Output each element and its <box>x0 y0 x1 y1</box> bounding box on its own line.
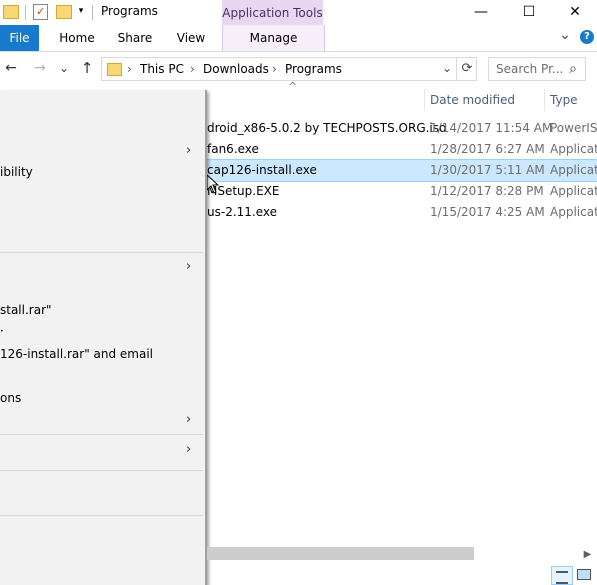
context-menu-item-submenu[interactable]: › <box>0 409 203 431</box>
context-menu: › ibility › stall.rar" • 126-install.rar… <box>0 90 207 585</box>
navigation-bar: ← → ⌄ ↑ › This PC › Downloads › Programs… <box>0 52 597 84</box>
context-menu-item-compress-and-email[interactable]: 126-install.rar" and email <box>0 343 203 365</box>
up-button[interactable]: ↑ <box>77 52 97 84</box>
maximize-button[interactable]: ☐ <box>506 0 552 25</box>
quick-access-dropdown-icon[interactable]: ▾ <box>76 3 86 19</box>
file-row[interactable]: MSetup.EXE 1/12/2017 8:28 PM Applicatio <box>207 181 597 202</box>
back-button[interactable]: ← <box>1 52 21 84</box>
file-name: cap126-install.exe <box>207 163 317 177</box>
context-menu-item-add-to-archive[interactable]: stall.rar" <box>0 299 203 321</box>
file-date: 1/30/2017 5:11 AM <box>430 163 545 177</box>
file-type: Applicatio <box>550 184 597 198</box>
application-tools-header: Application Tools <box>222 0 323 25</box>
file-date: 1/15/2017 4:25 AM <box>430 205 545 219</box>
title-bar: ✓ ▾ Programs Application Tools — ☐ ✕ <box>0 0 597 25</box>
submenu-chevron-icon: › <box>186 259 192 274</box>
menu-item-label: ons <box>0 391 22 405</box>
context-menu-item-submenu[interactable]: › <box>0 439 203 461</box>
column-header-date-modified[interactable]: Date modified <box>430 89 540 111</box>
tab-home[interactable]: Home <box>54 25 100 51</box>
column-separator <box>544 89 545 111</box>
ribbon-tabs: File Home Share View Manage ⌄ ? <box>0 25 597 52</box>
tab-view[interactable]: View <box>168 25 214 51</box>
recent-locations-button[interactable]: ⌄ <box>56 52 72 84</box>
breadcrumb-downloads[interactable]: Downloads <box>203 58 269 80</box>
menu-separator <box>0 252 203 253</box>
breadcrumb-programs[interactable]: Programs <box>285 58 342 80</box>
checkmark-icon: ✓ <box>36 5 46 18</box>
breadcrumb-separator[interactable]: › <box>190 58 195 80</box>
tab-manage[interactable]: Manage <box>222 25 325 51</box>
file-row-selected[interactable]: cap126-install.exe 1/30/2017 5:11 AM App… <box>207 159 597 182</box>
title-separator-2 <box>92 5 93 20</box>
large-icons-view-icon <box>577 569 591 580</box>
file-type: PowerISO <box>550 121 597 135</box>
context-menu-item-compress[interactable]: • <box>0 321 203 343</box>
menu-separator <box>0 470 203 471</box>
scroll-right-button[interactable]: ▶ <box>578 547 597 562</box>
file-type: Applicatio <box>550 205 597 219</box>
submenu-chevron-icon: › <box>186 143 192 158</box>
tab-file[interactable]: File <box>0 25 39 51</box>
sort-indicator-icon: ^ <box>288 80 298 93</box>
file-date: 1/28/2017 6:27 AM <box>430 142 545 156</box>
breadcrumb-separator[interactable]: › <box>127 58 132 80</box>
menu-item-label: • <box>0 328 4 335</box>
breadcrumb-separator[interactable]: › <box>272 58 277 80</box>
forward-button[interactable]: → <box>30 52 50 84</box>
menu-separator <box>0 434 203 435</box>
menu-separator <box>0 515 203 516</box>
file-type: Applicatio <box>550 142 597 156</box>
context-menu-item-compatibility[interactable]: ibility <box>0 161 203 183</box>
folder-icon <box>107 63 122 76</box>
address-bar[interactable]: › This PC › Downloads › Programs ⌄ ⟳ <box>101 57 477 81</box>
search-icon[interactable]: ⌕ <box>565 58 581 80</box>
tab-share[interactable]: Share <box>112 25 158 51</box>
context-menu-item-versions[interactable]: ons <box>0 387 203 409</box>
file-name: droid_x86-5.0.2 by TECHPOSTS.ORG.iso <box>207 121 447 135</box>
search-box[interactable]: Search Pr... ⌕ <box>488 57 586 81</box>
horizontal-scrollbar-thumb[interactable] <box>207 547 474 560</box>
menu-item-label: ibility <box>0 165 33 179</box>
file-row[interactable]: fan6.exe 1/28/2017 6:27 AM Applicatio <box>207 139 597 160</box>
submenu-chevron-icon: › <box>186 442 192 457</box>
file-date: 1/12/2017 8:28 PM <box>430 184 544 198</box>
minimize-button[interactable]: — <box>458 0 504 25</box>
file-date: 1/14/2017 11:54 AM <box>430 121 553 135</box>
context-menu-item-submenu[interactable]: › <box>0 140 203 162</box>
details-view-icon <box>556 571 568 584</box>
mouse-cursor-icon <box>206 174 220 194</box>
new-folder-icon[interactable] <box>56 5 72 19</box>
ribbon-expand-icon[interactable]: ⌄ <box>557 27 573 47</box>
details-view-button[interactable] <box>551 566 573 585</box>
menu-item-label: 126-install.rar" and email <box>0 347 154 361</box>
title-separator <box>25 5 26 20</box>
file-type: Applicatio <box>550 163 597 177</box>
address-dropdown-icon[interactable]: ⌄ <box>440 58 454 78</box>
column-header-type[interactable]: Type <box>550 89 597 111</box>
breadcrumb-this-pc[interactable]: This PC <box>140 58 184 80</box>
large-icons-view-button[interactable] <box>574 566 594 583</box>
properties-icon[interactable]: ✓ <box>33 4 48 20</box>
file-name: us-2.11.exe <box>207 205 278 219</box>
folder-icon <box>3 5 19 19</box>
refresh-button[interactable]: ⟳ <box>456 58 477 80</box>
file-row[interactable]: droid_x86-5.0.2 by TECHPOSTS.ORG.iso 1/1… <box>207 118 597 139</box>
search-input[interactable]: Search Pr... <box>496 58 563 80</box>
file-name: fan6.exe <box>207 142 259 156</box>
submenu-chevron-icon: › <box>186 412 192 427</box>
context-menu-item-submenu[interactable]: › <box>0 256 203 278</box>
file-row[interactable]: us-2.11.exe 1/15/2017 4:25 AM Applicatio <box>207 202 597 223</box>
help-icon[interactable]: ? <box>580 30 594 44</box>
window-title: Programs <box>101 4 158 18</box>
menu-item-label: stall.rar" <box>0 303 52 317</box>
column-separator <box>424 89 425 111</box>
close-button[interactable]: ✕ <box>552 0 597 25</box>
